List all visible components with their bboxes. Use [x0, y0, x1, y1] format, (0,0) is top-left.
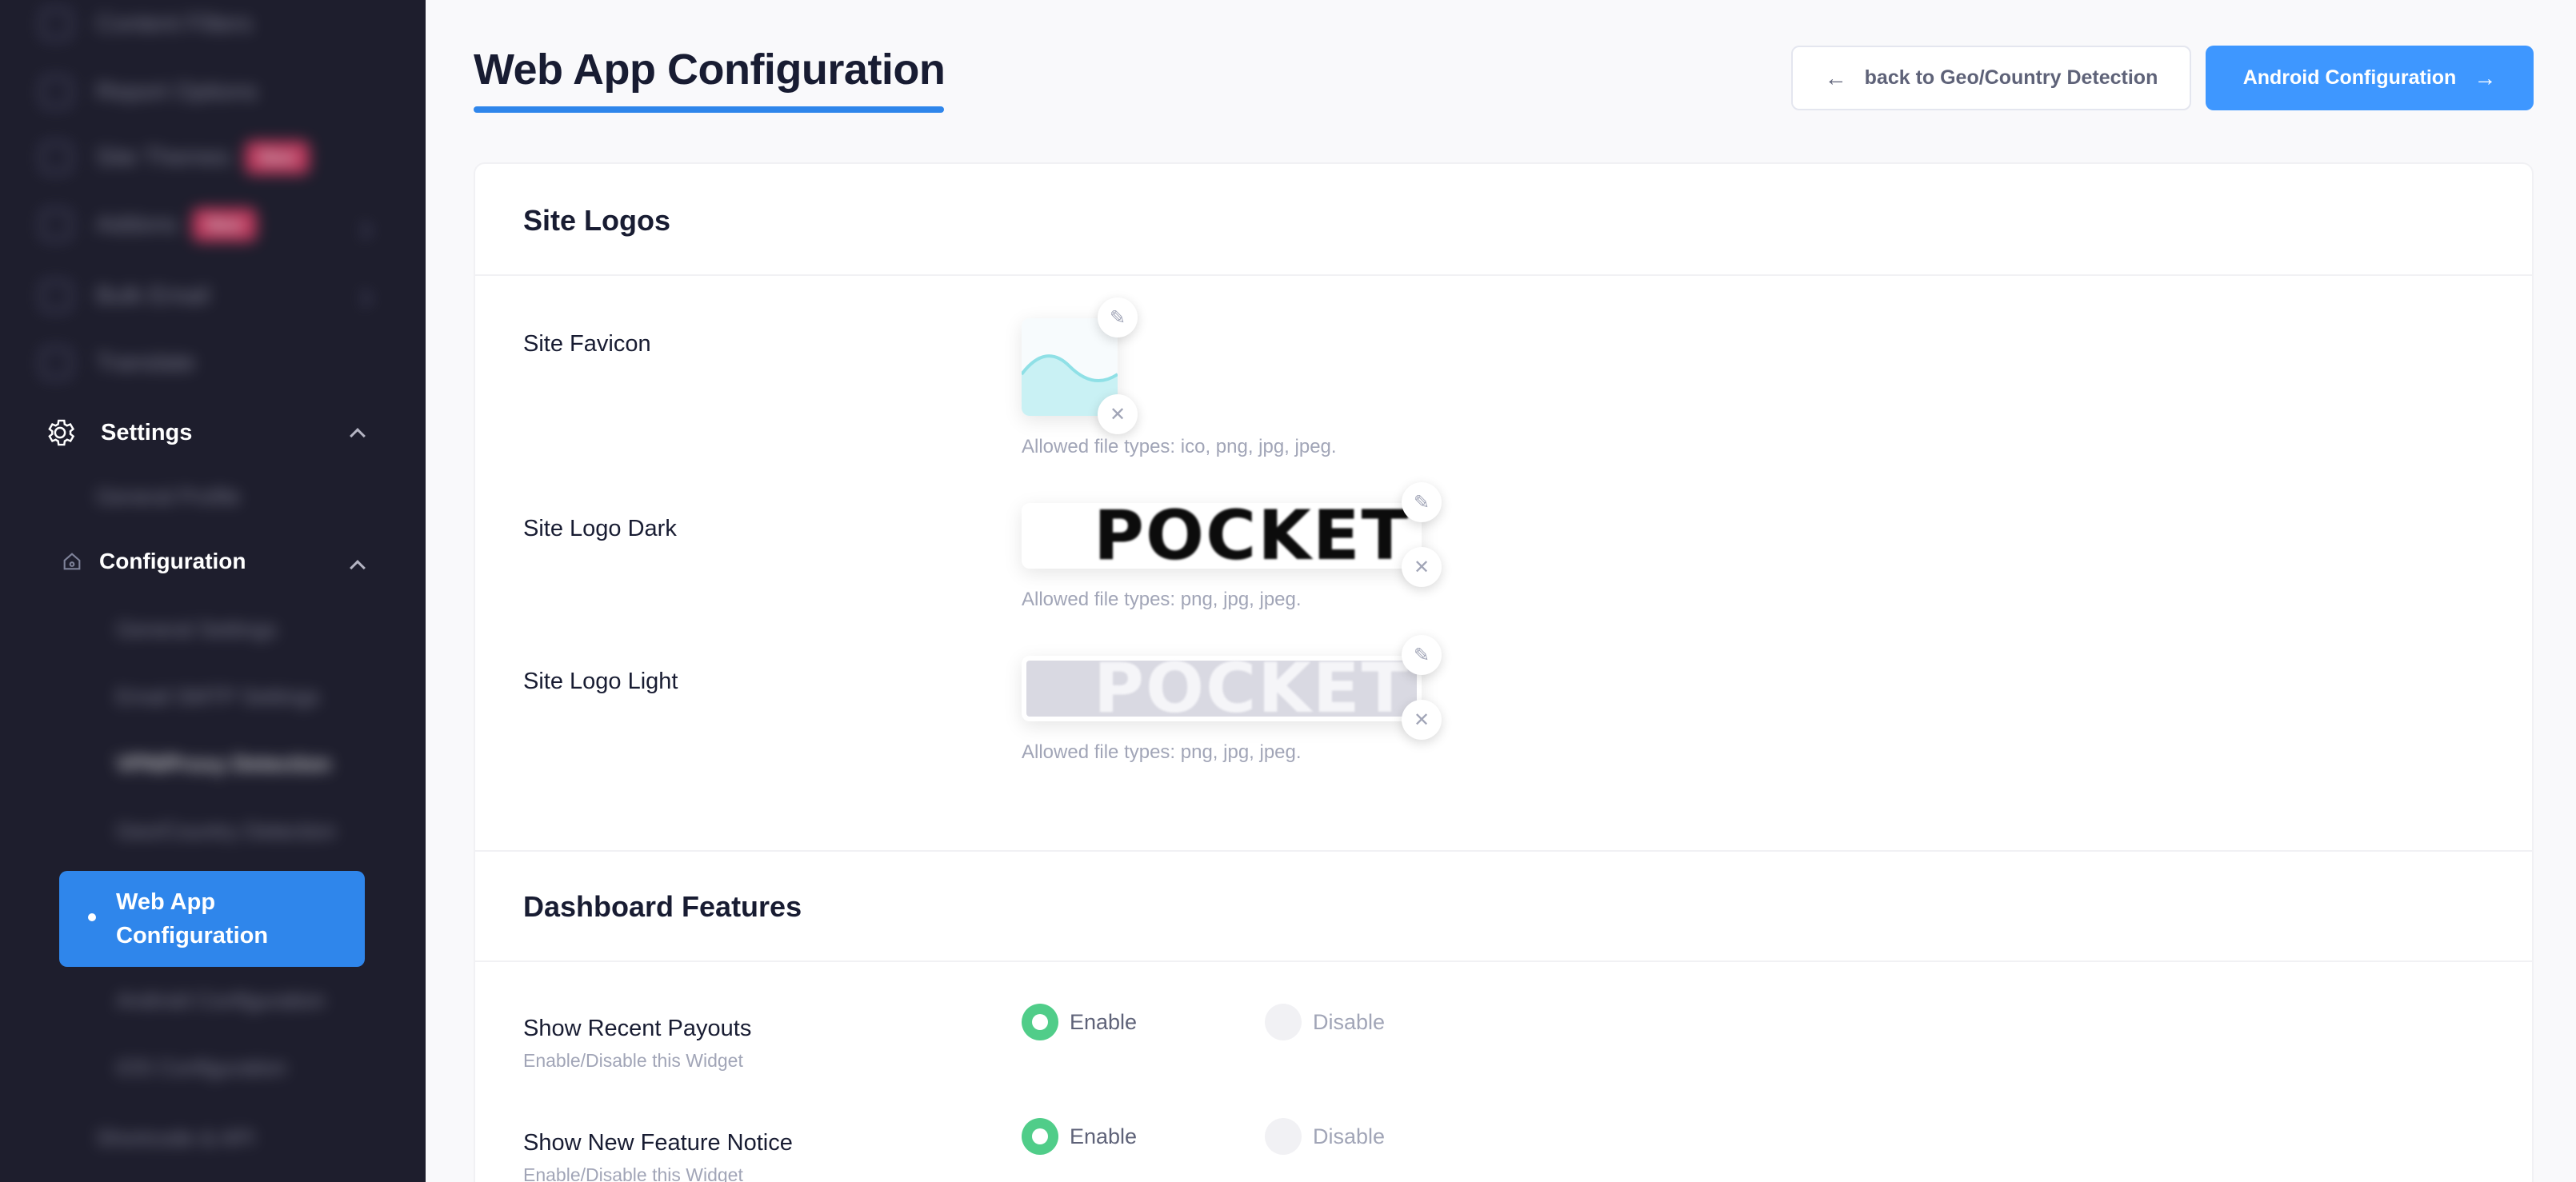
- gear-icon: [48, 419, 75, 446]
- sidebar-item-label: Translate: [96, 349, 195, 376]
- new-badge: New: [244, 141, 310, 174]
- recent-payouts-disable-radio[interactable]: Disable: [1265, 1004, 1385, 1040]
- logo-light-image: POCKET: [1094, 656, 1410, 721]
- back-button-label: back to Geo/Country Detection: [1864, 66, 2158, 89]
- sidebar-item-label: Settings: [101, 419, 193, 445]
- sidebar-subitem[interactable]: General Profile: [96, 485, 240, 509]
- radio-checked-icon: [1022, 1118, 1058, 1155]
- sidebar-item[interactable]: Translate: [40, 347, 195, 379]
- section-title-site-logos: Site Logos: [523, 204, 671, 237]
- sidebar-subitem[interactable]: Geo/Country Detection: [116, 819, 336, 844]
- sidebar-item-label: Web App Configuration: [116, 889, 269, 948]
- sidebar-subitem[interactable]: iOS Configuration: [116, 1056, 286, 1080]
- close-icon: ✕: [1413, 556, 1430, 578]
- next-button-label: Android Configuration: [2242, 66, 2457, 89]
- divider: [475, 960, 2532, 962]
- new-feature-notice-enable-radio[interactable]: Enable: [1022, 1118, 1137, 1155]
- edit-logo-dark-button[interactable]: ✎: [1402, 482, 1442, 522]
- radio-unchecked-icon: [1265, 1004, 1302, 1040]
- logo-dark-image: POCKET: [1094, 503, 1410, 569]
- sidebar-item[interactable]: Bulk Email: [40, 280, 210, 312]
- show-recent-payouts-sub: Enable/Disable this Widget: [523, 1050, 743, 1071]
- chevron-icon: [354, 221, 373, 240]
- chevron-up-icon[interactable]: [350, 560, 366, 576]
- logo-light-hint: Allowed file types: png, jpg, jpeg.: [1022, 741, 1302, 763]
- sidebar-item[interactable]: Content Filters: [40, 8, 252, 40]
- recent-payouts-enable-radio[interactable]: Enable: [1022, 1004, 1137, 1040]
- show-new-feature-notice-sub: Enable/Disable this Widget: [523, 1164, 743, 1182]
- sidebar-item-label: Report Options: [96, 78, 258, 105]
- new-badge: New: [191, 208, 257, 242]
- chevron-up-icon[interactable]: [350, 428, 366, 444]
- page-title: Web App Configuration: [474, 46, 946, 94]
- site-favicon-label: Site Favicon: [523, 331, 651, 357]
- back-button[interactable]: ← back to Geo/Country Detection: [1791, 46, 2191, 110]
- sidebar-item-label: Content Filters: [96, 10, 253, 37]
- edit-logo-light-button[interactable]: ✎: [1402, 635, 1442, 675]
- sidebar: Content Filters Report Options Site Them…: [0, 0, 426, 1182]
- pencil-icon: ✎: [1109, 306, 1126, 329]
- divider: [475, 274, 2532, 276]
- remove-logo-dark-button[interactable]: ✕: [1402, 547, 1442, 587]
- sidebar-subitem[interactable]: General Settings: [116, 617, 277, 642]
- home-icon: [63, 553, 81, 570]
- show-recent-payouts-label: Show Recent Payouts: [523, 1016, 752, 1041]
- sidebar-item-label: Configuration: [99, 549, 246, 573]
- remove-favicon-button[interactable]: ✕: [1098, 394, 1138, 434]
- new-feature-notice-disable-radio[interactable]: Disable: [1265, 1118, 1385, 1155]
- sidebar-subitem[interactable]: Android Configuration: [116, 988, 325, 1013]
- sidebar-item-configuration[interactable]: Configuration: [61, 549, 246, 574]
- menu-icon: [40, 209, 72, 241]
- close-icon: ✕: [1413, 709, 1430, 731]
- sidebar-item[interactable]: Addons New: [40, 208, 257, 242]
- menu-icon: [40, 142, 72, 174]
- section-title-dashboard-features: Dashboard Features: [523, 890, 802, 923]
- favicon-hint: Allowed file types: ico, png, jpg, jpeg.: [1022, 436, 1337, 457]
- site-logo-light-label: Site Logo Light: [523, 669, 678, 694]
- menu-icon: [40, 280, 72, 312]
- sidebar-subitem[interactable]: Email SMTP Settings: [116, 685, 320, 709]
- sidebar-item-label: Site Themes: [96, 144, 230, 170]
- sidebar-item-label: Bulk Email: [96, 282, 210, 309]
- sidebar-item[interactable]: Report Options: [40, 76, 258, 108]
- settings-card: Site Logos Site Favicon ✎ ✕ Allowed file…: [474, 162, 2534, 1182]
- sidebar-subitem[interactable]: VPN/Proxy Detection: [116, 752, 331, 777]
- pencil-icon: ✎: [1413, 644, 1430, 666]
- pencil-icon: ✎: [1413, 491, 1430, 513]
- next-button[interactable]: Android Configuration →: [2206, 46, 2534, 110]
- sidebar-item-web-app-configuration[interactable]: Web App Configuration: [59, 871, 365, 967]
- logo-dark-hint: Allowed file types: png, jpg, jpeg.: [1022, 589, 1302, 610]
- close-icon: ✕: [1109, 403, 1126, 425]
- radio-label: Disable: [1313, 1124, 1386, 1148]
- arrow-right-icon: →: [2474, 65, 2497, 90]
- sidebar-item-label: Addons: [96, 211, 178, 238]
- menu-icon: [40, 347, 72, 379]
- chevron-icon: [354, 289, 373, 308]
- sidebar-item-settings[interactable]: Settings: [43, 416, 192, 449]
- menu-icon: [40, 8, 72, 40]
- show-new-feature-notice-label: Show New Feature Notice: [523, 1130, 793, 1156]
- remove-logo-light-button[interactable]: ✕: [1402, 700, 1442, 740]
- radio-label: Enable: [1070, 1124, 1138, 1148]
- site-logo-dark-label: Site Logo Dark: [523, 516, 677, 541]
- menu-icon: [40, 76, 72, 108]
- radio-checked-icon: [1022, 1004, 1058, 1040]
- logo-light-preview: POCKET: [1022, 656, 1422, 721]
- bullet-icon: [88, 913, 96, 921]
- radio-unchecked-icon: [1265, 1118, 1302, 1155]
- logo-dark-preview: POCKET: [1022, 503, 1422, 569]
- divider: [475, 850, 2532, 852]
- sidebar-subitem[interactable]: Shortcode & API: [96, 1126, 254, 1151]
- title-underline: [474, 106, 944, 113]
- sidebar-item[interactable]: Site Themes New: [40, 141, 310, 174]
- radio-label: Disable: [1313, 1009, 1386, 1034]
- radio-label: Enable: [1070, 1009, 1138, 1034]
- arrow-left-icon: ←: [1824, 65, 1847, 90]
- edit-favicon-button[interactable]: ✎: [1098, 297, 1138, 337]
